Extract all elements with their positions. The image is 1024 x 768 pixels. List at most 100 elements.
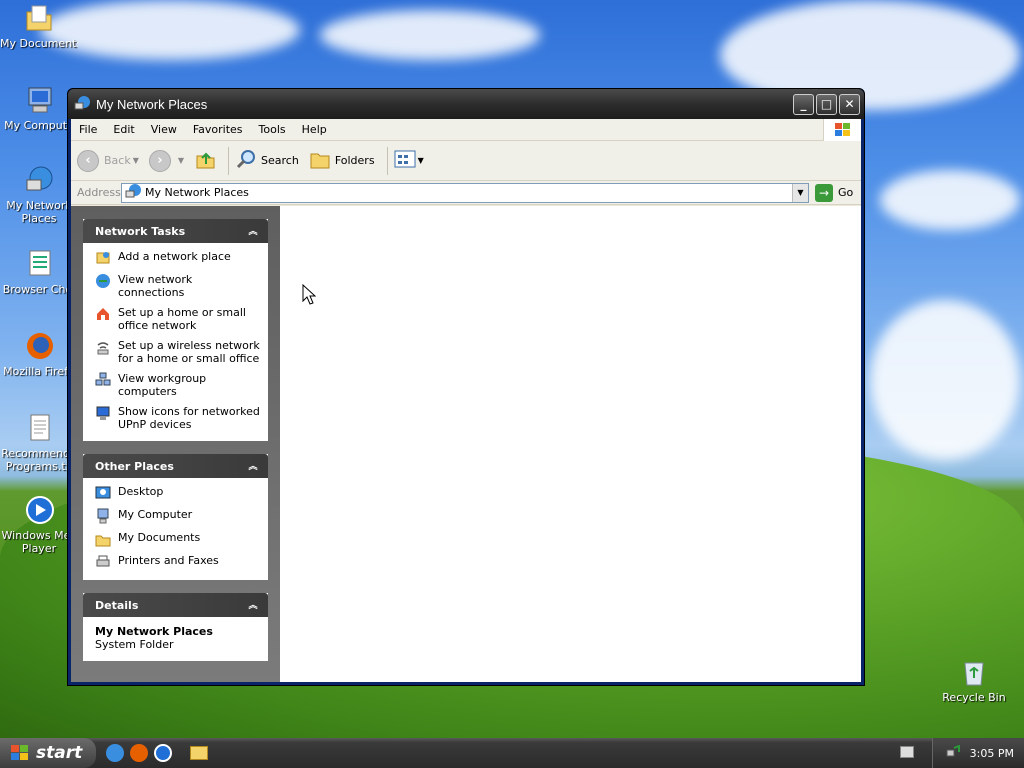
- chevron-down-icon: ▼: [177, 156, 185, 165]
- desktop-icon-recycle-bin[interactable]: Recycle Bin: [935, 656, 1013, 704]
- add-network-place-icon: [95, 250, 111, 266]
- browser-choice-icon: [23, 248, 55, 280]
- menu-favorites[interactable]: Favorites: [185, 123, 251, 136]
- place-my-computer[interactable]: My Computer: [95, 508, 260, 524]
- clock[interactable]: 3:05 PM: [970, 747, 1014, 760]
- desktop-icon-my-documents[interactable]: My Documents: [0, 2, 78, 50]
- go-button[interactable]: → Go: [809, 183, 861, 202]
- mouse-cursor-icon: [302, 283, 317, 309]
- views-button[interactable]: ▼: [394, 149, 424, 172]
- network-tray-icon[interactable]: [946, 744, 960, 762]
- collapse-chevron-icon[interactable]: ︽: [246, 597, 260, 611]
- media-player-icon[interactable]: [154, 744, 172, 762]
- maximize-button[interactable]: □: [816, 93, 837, 115]
- upnp-devices-icon: [95, 405, 111, 421]
- home-network-icon: [95, 306, 111, 322]
- toolbar-separator: [386, 146, 388, 175]
- workgroup-computers-icon: [95, 372, 111, 388]
- search-icon: [235, 148, 257, 173]
- folders-button[interactable]: Folders: [309, 148, 375, 173]
- details-panel: Details ︽ My Network Places System Folde…: [83, 593, 268, 661]
- taskbar: start 3:05 PM: [0, 738, 1024, 768]
- collapse-chevron-icon[interactable]: ︽: [246, 458, 260, 472]
- task-view-network-connections[interactable]: View network connections: [95, 273, 260, 299]
- forward-button[interactable]: › ▼: [148, 149, 185, 172]
- other-places-panel: Other Places ︽ Desktop My Computer My Do…: [83, 454, 268, 580]
- cloud: [880, 170, 1020, 230]
- details-header[interactable]: Details ︽: [83, 593, 268, 617]
- address-field[interactable]: My Network Places ▼: [121, 182, 809, 203]
- network-connections-icon: [95, 273, 111, 289]
- network-places-icon: [23, 164, 55, 196]
- recycle-bin-icon: [958, 656, 990, 688]
- other-places-header[interactable]: Other Places ︽: [83, 454, 268, 478]
- firefox-icon: [23, 330, 55, 362]
- menu-bar: File Edit View Favorites Tools Help: [71, 119, 861, 141]
- back-arrow-icon: ‹: [77, 149, 99, 172]
- up-folder-icon: [194, 148, 216, 173]
- collapse-chevron-icon[interactable]: ︽: [246, 223, 260, 237]
- windows-logo-icon: [823, 119, 861, 141]
- back-button[interactable]: ‹ Back ▼: [77, 149, 139, 172]
- forward-arrow-icon: ›: [148, 149, 171, 172]
- text-file-icon: [23, 412, 55, 444]
- title-bar[interactable]: My Network Places _ □ ✕: [68, 89, 864, 119]
- search-button[interactable]: Search: [235, 148, 299, 173]
- close-button[interactable]: ✕: [839, 93, 860, 115]
- place-my-documents[interactable]: My Documents: [95, 531, 260, 547]
- my-documents-icon: [23, 2, 55, 34]
- cloud: [40, 0, 300, 60]
- place-desktop[interactable]: Desktop: [95, 485, 260, 501]
- cloud: [320, 10, 540, 60]
- window-title: My Network Places: [96, 96, 208, 112]
- wireless-network-icon: [95, 339, 111, 355]
- task-view-workgroup-computers[interactable]: View workgroup computers: [95, 372, 260, 398]
- windows-flag-icon: [10, 743, 30, 763]
- address-bar: Address My Network Places ▼ → Go: [71, 181, 861, 205]
- desktop-icon: [95, 485, 111, 501]
- network-places-icon: [125, 183, 141, 202]
- details-name: My Network Places: [95, 625, 213, 638]
- address-value: My Network Places: [145, 186, 249, 199]
- printer-icon: [95, 554, 111, 570]
- toolbar-separator: [228, 146, 230, 175]
- my-documents-icon: [95, 531, 111, 547]
- go-arrow-icon: →: [815, 183, 833, 202]
- up-folder-button[interactable]: [194, 148, 216, 173]
- toolbar: ‹ Back ▼ › ▼ Search Folders ▼: [71, 141, 861, 181]
- address-label: Address: [77, 186, 121, 199]
- details-type: System Folder: [95, 638, 174, 651]
- my-computer-icon: [23, 84, 55, 116]
- my-computer-icon: [95, 508, 111, 524]
- menu-view[interactable]: View: [143, 123, 185, 136]
- chevron-down-icon: ▼: [417, 156, 424, 165]
- internet-explorer-icon[interactable]: [106, 744, 124, 762]
- task-setup-wireless-network[interactable]: Set up a wireless network for a home or …: [95, 339, 260, 365]
- quick-launch: [106, 744, 208, 762]
- minimize-button[interactable]: _: [793, 93, 814, 115]
- menu-file[interactable]: File: [71, 123, 105, 136]
- system-tray: 3:05 PM: [932, 738, 1024, 768]
- task-setup-home-network[interactable]: Set up a home or small office network: [95, 306, 260, 332]
- task-add-network-place[interactable]: Add a network place: [95, 250, 260, 266]
- explorer-task-icon[interactable]: [190, 746, 208, 760]
- firefox-icon[interactable]: [130, 744, 148, 762]
- views-icon: [394, 149, 416, 172]
- task-show-upnp-icons[interactable]: Show icons for networked UPnP devices: [95, 405, 260, 431]
- menu-tools[interactable]: Tools: [251, 123, 294, 136]
- media-player-icon: [23, 494, 55, 526]
- network-tasks-header[interactable]: Network Tasks ︽: [83, 219, 268, 243]
- file-view-pane[interactable]: [280, 206, 861, 682]
- menu-help[interactable]: Help: [294, 123, 335, 136]
- chevron-down-icon: ▼: [132, 156, 139, 165]
- keyboard-icon[interactable]: [900, 746, 914, 758]
- network-places-icon: [74, 95, 90, 114]
- explorer-window: My Network Places _ □ ✕ File Edit View F…: [67, 88, 865, 686]
- folder-icon: [309, 148, 331, 173]
- start-button[interactable]: start: [0, 738, 96, 768]
- menu-edit[interactable]: Edit: [105, 123, 142, 136]
- cloud: [870, 300, 1020, 460]
- chevron-down-icon[interactable]: ▼: [792, 183, 808, 202]
- network-tasks-panel: Network Tasks ︽ Add a network place View…: [83, 219, 268, 441]
- place-printers-and-faxes[interactable]: Printers and Faxes: [95, 554, 260, 570]
